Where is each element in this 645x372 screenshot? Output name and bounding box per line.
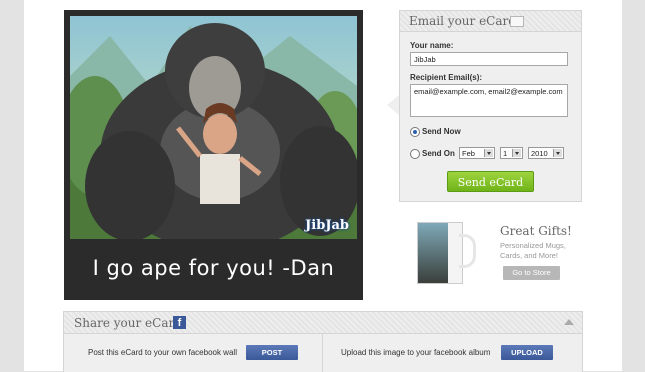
share-panel-title: Share your eCard [74, 316, 182, 330]
chevron-down-icon [553, 149, 562, 157]
share-panel: Share your eCard f Post this eCard to yo… [63, 311, 583, 372]
send-now-label: Send Now [422, 127, 461, 136]
wall-post-text: Post this eCard to your own facebook wal… [88, 348, 237, 357]
ecard-caption: I go ape for you! -Dan [92, 256, 335, 280]
year-value: 2010 [531, 149, 548, 158]
post-button[interactable]: POST [246, 345, 298, 360]
send-on-label: Send On [422, 149, 455, 158]
mug-image[interactable] [417, 222, 476, 284]
collapse-arrow-icon[interactable] [564, 319, 574, 325]
day-value: 1 [503, 149, 508, 158]
mug-print [418, 223, 448, 283]
email-ecard-panel: Email your eCard Your name: JibJab Recip… [399, 10, 582, 202]
go-to-store-button[interactable]: Go to Store [503, 266, 560, 280]
send-on-radio[interactable] [410, 149, 420, 159]
recipient-email-label: Recipient Email(s): [410, 73, 483, 82]
month-value: Feb [462, 149, 475, 158]
your-name-input[interactable]: JibJab [410, 52, 568, 66]
share-divider [322, 334, 323, 372]
email-panel-header: Email your eCard [400, 11, 581, 32]
gifts-subtitle: Personalized Mugs, Cards, and More! [500, 241, 566, 260]
mug-body [417, 222, 463, 284]
mug-handle [459, 234, 476, 268]
month-select[interactable]: Feb [459, 147, 495, 159]
gorilla-scene [70, 23, 357, 239]
send-ecard-button[interactable]: Send eCard [447, 171, 534, 192]
ecard-preview: JibJab I go ape for you! -Dan [64, 10, 363, 300]
share-panel-header: Share your eCard f [64, 312, 582, 334]
recipient-email-input[interactable]: email@example.com, email2@example.com [410, 84, 568, 117]
ecard-image: JibJab [70, 16, 357, 239]
email-panel-title: Email your eCard [409, 14, 516, 28]
jibjab-logo: JibJab [305, 218, 349, 233]
panel-pointer [387, 95, 399, 115]
album-upload-text: Upload this image to your facebook album [341, 348, 491, 357]
chevron-down-icon [484, 149, 493, 157]
chevron-down-icon [512, 149, 521, 157]
facebook-icon: f [173, 316, 186, 329]
send-now-radio[interactable] [410, 127, 420, 137]
your-name-label: Your name: [410, 41, 454, 50]
envelope-icon [510, 16, 524, 27]
day-select[interactable]: 1 [500, 147, 523, 159]
year-select[interactable]: 2010 [528, 147, 564, 159]
upload-button[interactable]: UPLOAD [501, 345, 553, 360]
gifts-title: Great Gifts! [500, 224, 572, 238]
